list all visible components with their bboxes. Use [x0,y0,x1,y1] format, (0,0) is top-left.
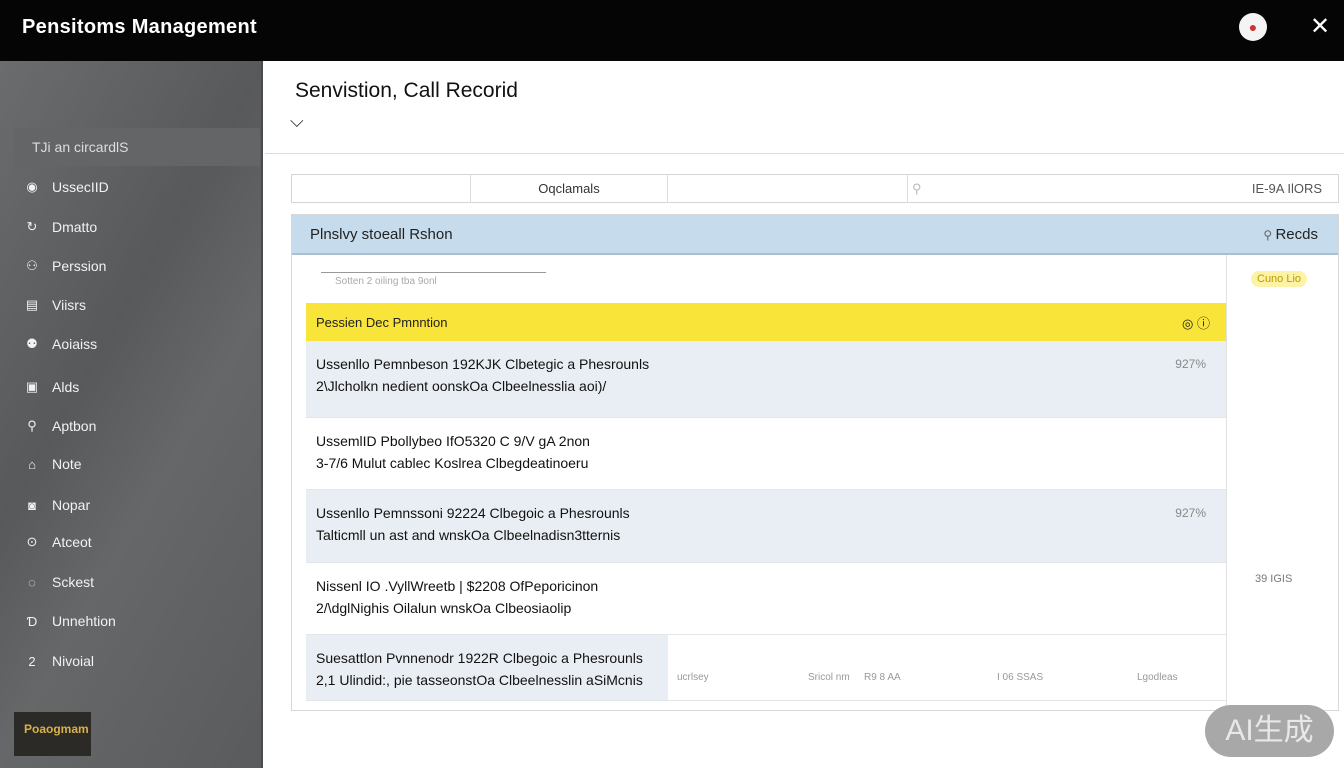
sidebar: TJi an circardlS ◉ UssecIID ↻ Dmatto ⚇ Perssi… [0,61,263,768]
sidebar-item-icon: ◌ [28,574,36,590]
row-line-2: 2,1 Ulindid:, pie tasseonstOa Clbeelness… [316,672,643,688]
panel-header: Plnslvy stoeall Rshon ⚲ Recds [292,215,1338,255]
chevron-down-icon[interactable]: ⌵ [290,111,304,132]
sidebar-item[interactable]: ◉ UssecIID [24,179,109,195]
sidebar-item-label: Nopar [52,497,91,513]
records-label: Recds [1275,225,1318,243]
sidebar-item-icon: ◙ [28,497,36,513]
table-row[interactable]: Ussenllo Pemnssoni 92224 Clbegoic a Phes… [306,490,1226,563]
sidebar-item[interactable]: ⊙ Atceot [24,534,92,550]
sidebar-item[interactable]: Ɗ Unnehtion [24,613,116,629]
sidebar-item-label: Sckest [52,574,95,590]
search-input[interactable]: ⚲ IE-9A IlORS [908,175,1338,202]
sidebar-item-icon: ▣ [25,379,39,394]
sidebar-item-icon: ⚲ [27,418,37,433]
row-line-2: 2/\dglNighis Oilalun wnskOa Clbeosiaolip [316,600,572,616]
records-button[interactable]: ⚲ Recds [1263,226,1318,243]
sidebar-item-label: Unnehtion [52,613,116,629]
sidebar-item-icon: Ɗ [26,613,38,629]
sidebar-item-label: Note [52,456,82,472]
sidebar-item-icon: ▤ [25,297,39,312]
side-value: 39 IGIS [1255,573,1293,585]
sidebar-item[interactable]: ▣ Alds [24,379,79,395]
filter-cell[interactable] [292,175,471,202]
sidebar-item-icon: 2 [28,653,36,669]
sidebar-item-icon: ◉ [26,179,38,194]
row-line-1: UssemlID Pbollybeo IfO5320 C 9/V gA 2non [316,433,590,449]
brand-logo: Poaogmam [14,712,91,756]
row-line-1: Suesattlon Pvnnenodr 1922R Clbegoic a Ph… [316,650,643,666]
footer-text: R9 8 AA [864,672,901,683]
divider [265,153,1344,154]
records-panel: Plnslvy stoeall Rshon ⚲ Recds Sotten 2 o… [291,214,1339,711]
title-bar: Pensitoms Management ● ✕ [0,0,1344,61]
footer-text: I 06 SSAS [997,672,1044,683]
main-content: Senvistion, Call Recorid ⌵ Oqclamals ⚲ I… [265,61,1344,768]
sort-input[interactable]: Sotten 2 oiling tba 9onl [321,272,546,290]
table-row[interactable]: Suesattlon Pvnnenodr 1922R Clbegoic a Ph… [306,635,1226,701]
row-value: 927% [1175,357,1206,371]
column-selector[interactable]: Oqclamals [471,175,668,202]
page-title: Senvistion, Call Recorid [295,79,518,102]
filter-cell[interactable] [668,175,908,202]
highlight-label: Pessien Dec Pmnntion [316,314,448,330]
sidebar-item-icon: ⚇ [26,258,38,273]
sidebar-item-icon: ⌂ [28,456,36,472]
panel-title: Plnslvy stoeall Rshon [310,225,453,243]
footer-text: ucrlsey [677,672,709,683]
sidebar-item-icon: ↻ [26,219,38,234]
sidebar-item[interactable]: 2 Nivoial [24,653,94,669]
side-column: Cuno Lio 39 IGIS [1226,255,1338,710]
sidebar-item[interactable]: ◙ Nopar [24,497,90,513]
close-button[interactable]: ✕ [1310,12,1330,41]
badge-logo: Cuno Lio [1251,271,1308,287]
sidebar-item[interactable]: ▤ Viisrs [24,297,86,313]
sidebar-item[interactable]: ⚉ Aoiaiss [24,336,97,352]
filter-bar: Oqclamals ⚲ IE-9A IlORS [291,174,1339,203]
table-row[interactable]: Ussenllo Pemnbeson 192KJK Clbetegic a Ph… [306,341,1226,418]
row-line-2: 3-7/6 Mulut cablec Koslrea Clbegdeatinoe… [316,455,589,471]
sidebar-item[interactable]: ◌ Sckest [24,574,94,590]
sidebar-item-label: Alds [52,379,80,395]
sidebar-item-icon: ⚉ [26,336,38,351]
footer-text: Sricol nm [808,672,850,683]
sidebar-item[interactable]: ⌂ Note [24,456,82,472]
sidebar-item-label: Aptbon [52,418,97,434]
table-row[interactable]: Nissenl IO .VyllWreetb | $2208 OfPeporic… [306,563,1226,635]
avatar[interactable]: ● [1239,13,1267,41]
sidebar-item[interactable]: ⚇ Perssion [24,258,106,274]
filter-icon: ⚲ [1263,227,1276,242]
sidebar-item[interactable]: ⚲ Aptbon [24,418,96,434]
table-row[interactable]: UssemlID Pbollybeo IfO5320 C 9/V gA 2non… [306,418,1226,490]
row-line-2: Talticmll un ast and wnskOa Clbeelnadisn… [316,527,621,543]
sidebar-item-label: Aoiaiss [52,336,98,352]
row-line-1: Ussenllo Pemnssoni 92224 Clbegoic a Phes… [316,505,630,521]
highlight-row[interactable]: Pessien Dec Pmnntion ◎ ⓘ [306,303,1226,341]
sidebar-item-icon: ⊙ [26,534,38,549]
sidebar-item-label: Viisrs [52,297,86,313]
sidebar-header: TJi an circardlS [14,128,260,166]
search-right-label: IE-9A IlORS [1251,181,1322,196]
app-title: Pensitoms Management [22,16,257,38]
sidebar-item-label: Atceot [52,534,92,550]
info-icon[interactable]: ◎ ⓘ [1182,313,1210,332]
row-value: 927% [1175,506,1206,520]
sidebar-item-label: Dmatto [52,219,98,235]
row-line-1: Ussenllo Pemnbeson 192KJK Clbetegic a Ph… [316,356,650,372]
sidebar-item-label: UssecIID [52,179,109,195]
row-line-1: Nissenl IO .VyllWreetb | $2208 OfPeporic… [316,578,599,594]
sidebar-item[interactable]: ↻ Dmatto [24,219,98,235]
search-icon: ⚲ [912,180,922,196]
footer-text: Lgodleas [1137,672,1178,683]
sidebar-item-label: Nivoial [52,653,95,669]
watermark: AI生成 [1205,705,1334,757]
sidebar-item-label: Perssion [52,258,107,274]
row-line-2: 2\Jlcholkn nedient oonskOa Clbeelnesslia… [316,378,607,394]
